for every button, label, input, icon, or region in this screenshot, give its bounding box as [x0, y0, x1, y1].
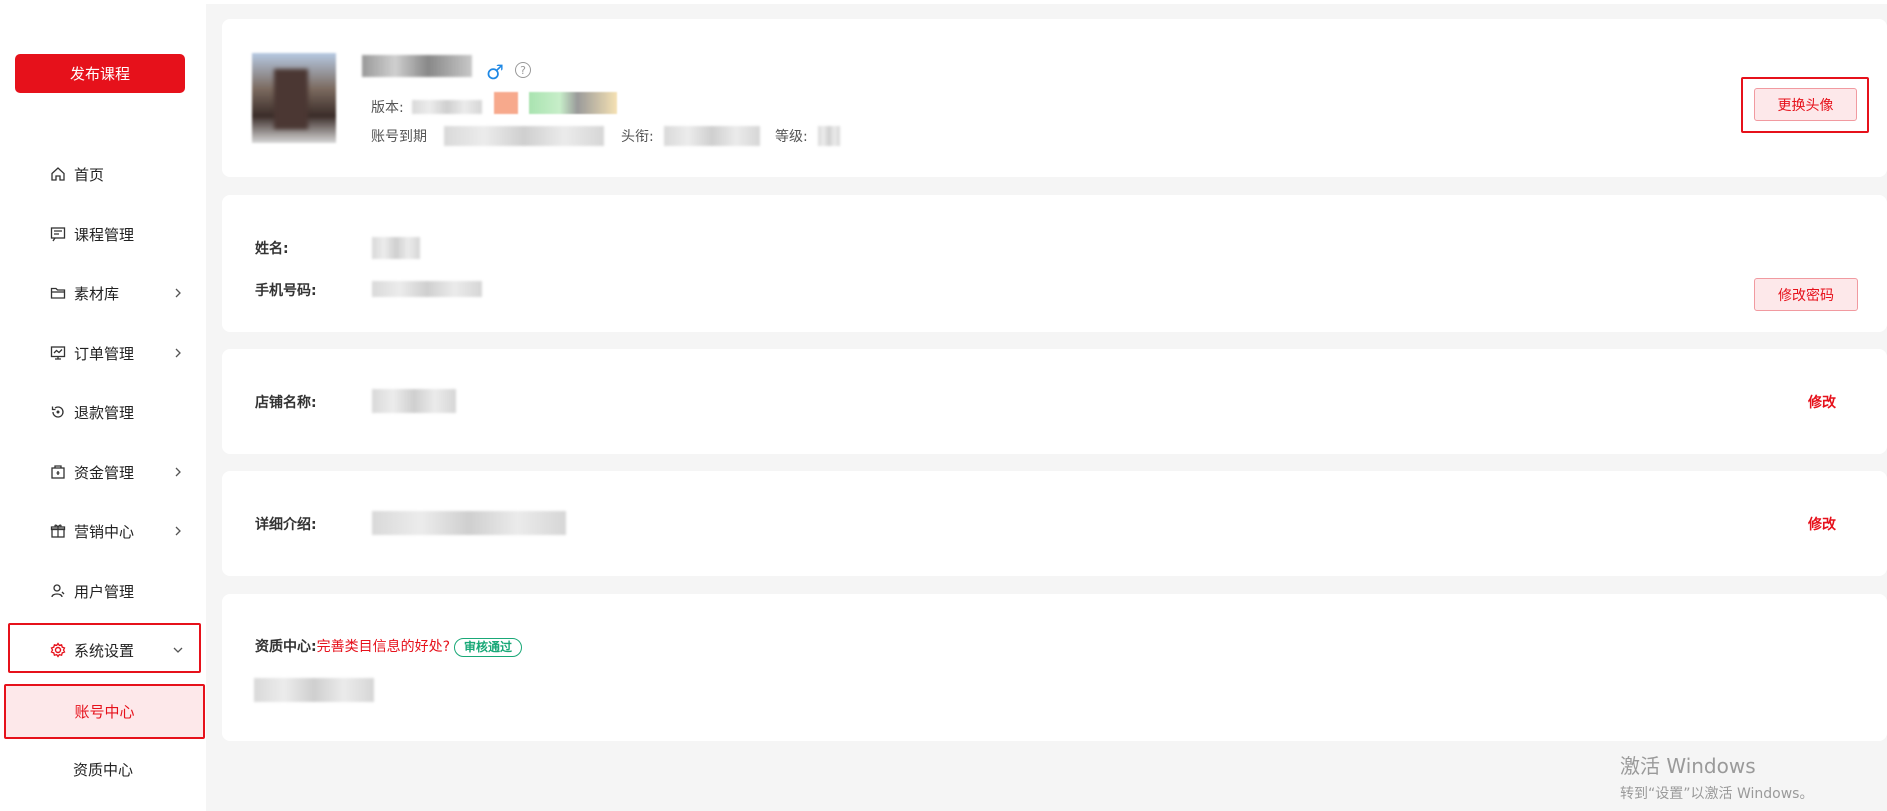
edit-intro-link[interactable]: 修改	[1808, 514, 1836, 534]
status-badge: 审核通过	[454, 637, 523, 657]
refund-icon	[49, 403, 67, 421]
change-password-button[interactable]: 修改密码	[1754, 278, 1858, 311]
level-label: 等级:	[775, 129, 808, 145]
version-redacted	[412, 100, 482, 114]
qualification-row: 资质中心:完善类目信息的好处? 审核通过	[255, 636, 523, 657]
course-icon	[49, 225, 67, 243]
phone-redacted	[372, 281, 482, 297]
sidebar-item-users[interactable]: 用户管理	[0, 566, 206, 616]
qualification-label: 资质中心:	[255, 639, 317, 655]
sidebar-item-label: 首页	[74, 165, 105, 184]
home-icon	[49, 165, 67, 183]
watermark-title: 激活 Windows	[1620, 754, 1756, 778]
name-redacted	[372, 237, 420, 259]
sidebar-item-label: 系统设置	[74, 641, 135, 660]
avatar-image	[274, 69, 308, 129]
chevron-right-icon	[172, 347, 184, 359]
gift-icon	[49, 522, 67, 540]
sidebar-item-label: 用户管理	[74, 582, 135, 601]
version-badge	[494, 92, 518, 114]
vip-badge	[529, 92, 617, 114]
order-icon	[49, 344, 67, 362]
expire-redacted	[444, 126, 604, 146]
sidebar: 发布课程 首页 课程管理 素材库 订单管理 退款管理 资金管理 营销中心 用户管…	[0, 0, 206, 811]
intro-card: 详细介绍: 修改	[222, 471, 1887, 576]
title-redacted	[664, 126, 760, 146]
sidebar-item-marketing[interactable]: 营销中心	[0, 506, 206, 556]
qualification-benefits-link[interactable]: 完善类目信息的好处?	[317, 639, 450, 655]
sidebar-item-label: 营销中心	[74, 522, 135, 541]
username-redacted	[362, 55, 472, 77]
sidebar-item-orders[interactable]: 订单管理	[0, 328, 206, 378]
chevron-down-icon	[172, 644, 184, 656]
expire-label: 账号到期	[371, 129, 427, 145]
version-label: 版本:	[371, 100, 404, 116]
profile-card: ♂ ? 版本: 账号到期 头衔: 等级: 更换头像	[222, 19, 1887, 177]
basic-info-card: 姓名: 手机号码: 修改密码	[222, 195, 1887, 332]
sidebar-item-label: 素材库	[74, 284, 120, 303]
watermark-subtitle: 转到“设置”以激活 Windows。	[1620, 786, 1814, 802]
sidebar-item-label: 课程管理	[74, 225, 135, 244]
name-label: 姓名:	[255, 241, 289, 257]
edit-shop-name-link[interactable]: 修改	[1808, 392, 1836, 412]
shop-name-redacted	[372, 389, 456, 413]
sidebar-item-label: 资金管理	[74, 463, 135, 482]
qualification-card: 资质中心:完善类目信息的好处? 审核通过	[222, 594, 1887, 741]
change-avatar-button[interactable]: 更换头像	[1754, 88, 1857, 121]
gear-icon	[49, 641, 67, 659]
shop-name-card: 店铺名称: 修改	[222, 349, 1887, 454]
sidebar-item-refunds[interactable]: 退款管理	[0, 387, 206, 437]
sidebar-item-funds[interactable]: 资金管理	[0, 447, 206, 497]
sidebar-item-home[interactable]: 首页	[0, 149, 206, 199]
intro-redacted	[372, 511, 566, 535]
chevron-right-icon	[172, 287, 184, 299]
phone-label: 手机号码:	[255, 283, 317, 299]
help-icon[interactable]: ?	[515, 62, 531, 78]
sidebar-subitem-account-center[interactable]: 账号中心	[4, 684, 205, 739]
level-redacted	[818, 126, 840, 146]
title-label: 头衔:	[621, 129, 654, 145]
qualification-redacted	[254, 678, 374, 702]
top-strip	[206, 0, 1887, 4]
male-icon: ♂	[486, 60, 504, 84]
wallet-icon	[49, 463, 67, 481]
user-icon	[49, 582, 67, 600]
chevron-right-icon	[172, 525, 184, 537]
sidebar-item-settings[interactable]: 系统设置	[0, 625, 206, 675]
intro-label: 详细介绍:	[255, 517, 317, 533]
sidebar-item-course[interactable]: 课程管理	[0, 209, 206, 259]
folder-icon	[49, 284, 67, 302]
chevron-right-icon	[172, 466, 184, 478]
sidebar-subitem-qualification-center[interactable]: 资质中心	[0, 742, 206, 797]
sidebar-item-materials[interactable]: 素材库	[0, 268, 206, 318]
shop-name-label: 店铺名称:	[255, 395, 317, 411]
windows-activation-watermark: 激活 Windows 转到“设置”以激活 Windows。	[1620, 750, 1813, 803]
sidebar-item-label: 订单管理	[74, 344, 135, 363]
sidebar-item-label: 退款管理	[74, 403, 135, 422]
publish-course-button[interactable]: 发布课程	[15, 54, 185, 93]
